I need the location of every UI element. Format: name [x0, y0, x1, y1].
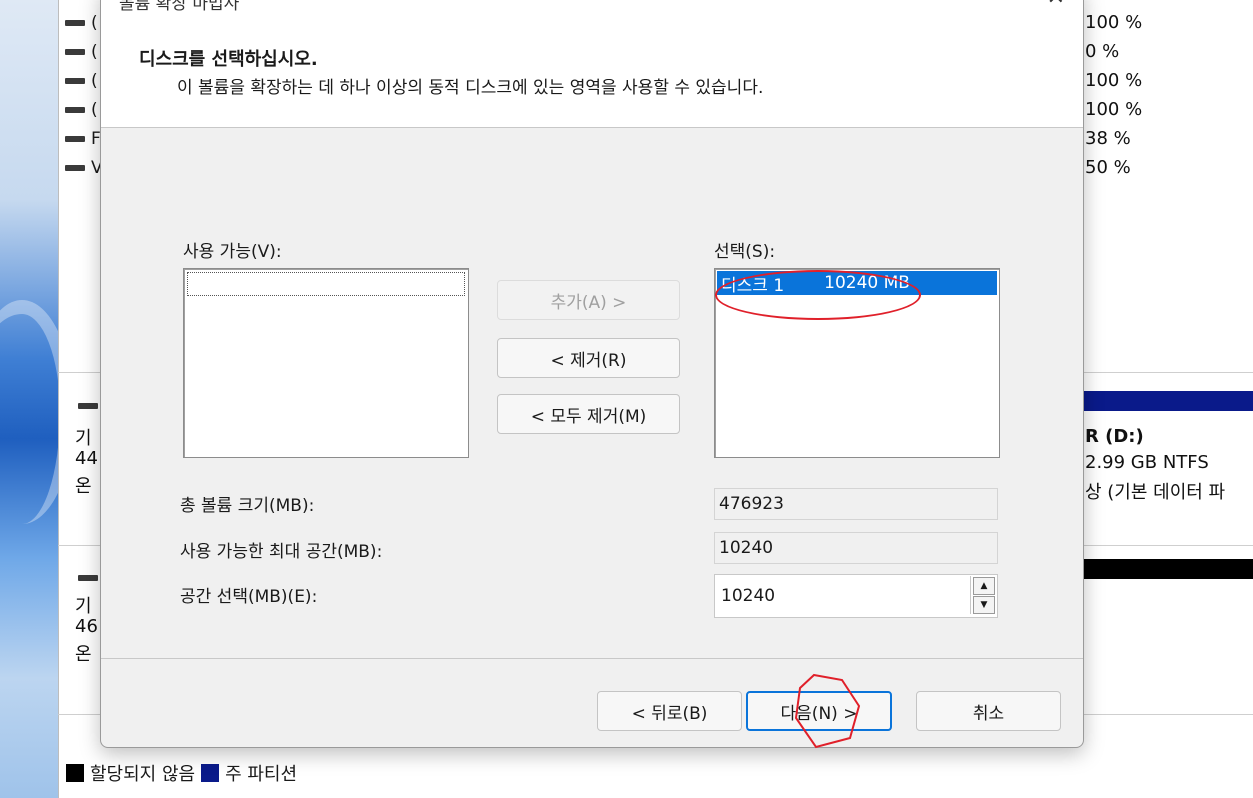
- volume-list-row-text: (: [91, 71, 98, 91]
- primary-partition-bar: [1083, 391, 1253, 411]
- remove-button[interactable]: < 제거(R): [497, 338, 680, 378]
- volume-list-row[interactable]: (: [65, 99, 98, 121]
- close-icon[interactable]: ✕: [1047, 0, 1065, 10]
- space-spinner: ▲ ▼: [970, 576, 997, 614]
- volume-free-percent: 50 %: [1085, 157, 1131, 178]
- volume-free-percent: 100 %: [1085, 70, 1143, 91]
- annotation-highlight-hexagon: [794, 673, 861, 749]
- spin-down-icon[interactable]: ▼: [973, 596, 995, 614]
- legend-primary-label: 주 파티션: [225, 764, 298, 785]
- unallocated-swatch: [66, 764, 84, 782]
- legend-unallocated-label: 할당되지 않음: [90, 764, 196, 785]
- select-space-label: 공간 선택(MB)(E):: [180, 587, 318, 607]
- unallocated-bar: [1083, 559, 1253, 579]
- disk-icon: [78, 575, 98, 581]
- annotation-highlight-ellipse: [715, 270, 921, 320]
- cancel-button[interactable]: 취소: [916, 691, 1061, 731]
- footer-divider: [101, 658, 1083, 659]
- primary-partition-swatch: [201, 764, 220, 782]
- add-button[interactable]: 추가(A) >: [497, 280, 680, 320]
- volume-name[interactable]: R (D:): [1085, 426, 1144, 447]
- volume-list-row[interactable]: (: [65, 41, 98, 63]
- drive-icon: [65, 49, 85, 55]
- volume-list-row[interactable]: V: [65, 157, 103, 179]
- volume-status: 상 (기본 데이터 파: [1085, 482, 1226, 503]
- volume-list-row[interactable]: F: [65, 128, 101, 150]
- remove-all-button[interactable]: < 모두 제거(M): [497, 394, 680, 434]
- total-size-field: 476923: [714, 488, 998, 520]
- focus-placeholder-row: [187, 272, 465, 296]
- disk-1-type: 기: [75, 428, 92, 449]
- selected-label: 선택(S):: [714, 242, 776, 262]
- volume-list-row-text: (: [91, 100, 98, 120]
- disk-1-size: 44: [75, 448, 98, 469]
- dialog-title: 볼륨 확장 마법사: [119, 0, 240, 14]
- total-size-label: 총 볼륨 크기(MB):: [180, 496, 315, 516]
- available-disks-list[interactable]: [183, 268, 469, 458]
- volume-free-percent: 100 %: [1085, 12, 1143, 33]
- dialog-header: 디스크를 선택하십시오. 이 볼륨을 확장하는 데 하나 이상의 동적 디스크에…: [101, 15, 1083, 128]
- dialog-titlebar[interactable]: 볼륨 확장 마법사 ✕: [101, 0, 1083, 15]
- drive-icon: [65, 20, 85, 26]
- max-space-label: 사용 가능한 최대 공간(MB):: [180, 542, 383, 562]
- volume-free-percent: 100 %: [1085, 99, 1143, 120]
- volume-list-row[interactable]: (: [65, 12, 98, 34]
- disk-2-size: 46: [75, 616, 98, 637]
- available-label: 사용 가능(V):: [183, 242, 282, 262]
- max-space-field: 10240: [714, 532, 998, 564]
- back-button[interactable]: < 뒤로(B): [597, 691, 742, 731]
- volume-list-row-text: (: [91, 13, 98, 33]
- volume-free-percent: 0 %: [1085, 41, 1120, 62]
- header-title: 디스크를 선택하십시오.: [139, 49, 318, 70]
- volume-size: 2.99 GB NTFS: [1085, 452, 1209, 473]
- drive-icon: [65, 107, 85, 113]
- drive-icon: [65, 136, 85, 142]
- volume-list-row-text: (: [91, 42, 98, 62]
- drive-icon: [65, 78, 85, 84]
- volume-free-percent: 38 %: [1085, 128, 1131, 149]
- spin-up-icon[interactable]: ▲: [973, 577, 995, 595]
- disk-1-status: 온: [75, 476, 92, 497]
- disk-2-status: 온: [75, 644, 92, 665]
- disk-icon: [78, 403, 98, 409]
- header-subtitle: 이 볼륨을 확장하는 데 하나 이상의 동적 디스크에 있는 영역을 사용할 수…: [177, 78, 764, 98]
- disk-2-type: 기: [75, 596, 92, 617]
- drive-icon: [65, 165, 85, 171]
- desktop-wallpaper: [0, 0, 74, 798]
- volume-list-row[interactable]: (: [65, 70, 98, 92]
- extend-volume-wizard: 볼륨 확장 마법사 ✕ 디스크를 선택하십시오. 이 볼륨을 확장하는 데 하나…: [100, 0, 1084, 748]
- select-space-input[interactable]: 10240: [714, 574, 998, 618]
- partition-legend: 할당되지 않음 주 파티션: [66, 760, 297, 786]
